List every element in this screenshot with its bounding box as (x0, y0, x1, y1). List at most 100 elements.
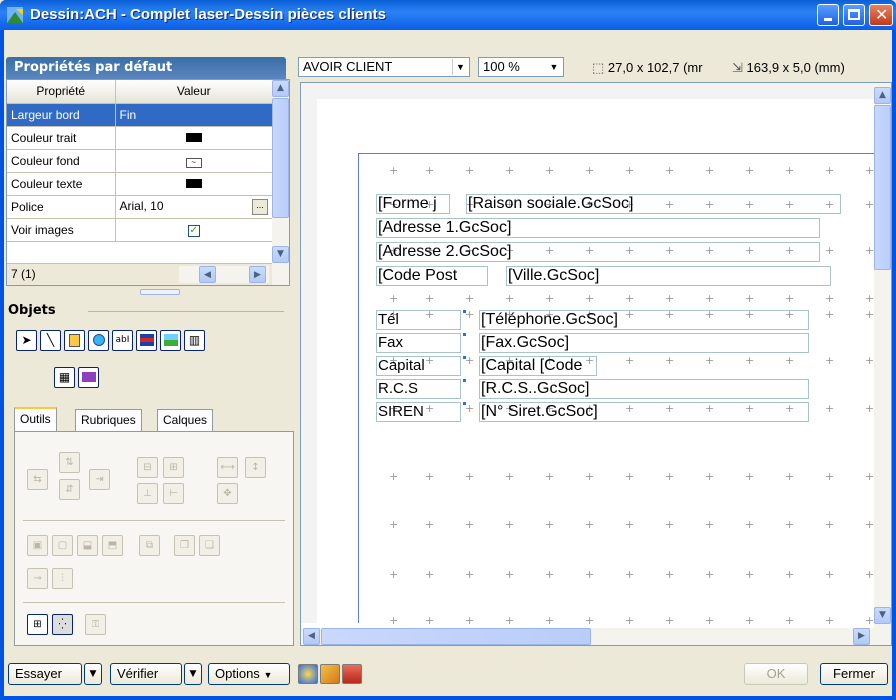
show-grid-toggle-icon[interactable]: ⁛ (52, 614, 73, 635)
property-value[interactable] (115, 126, 273, 150)
field-ville[interactable]: [Ville.GcSoc] (506, 266, 831, 286)
center-vertical-icon[interactable]: ⊥ (137, 483, 158, 504)
property-row[interactable]: Police Arial, 10... (7, 195, 273, 219)
essayer-button[interactable]: Essayer (8, 663, 82, 685)
rich-text-tool-icon[interactable] (136, 330, 157, 351)
close-button[interactable]: ✕ (869, 4, 893, 26)
snap-grid-toggle-icon[interactable]: ⊞ (27, 614, 48, 635)
scrollbar-thumb[interactable] (321, 628, 591, 645)
fermer-button[interactable]: Fermer (820, 663, 888, 685)
bring-front-icon[interactable]: ▣ (27, 535, 48, 556)
text-field-tool-icon[interactable]: abI (112, 330, 133, 351)
scroll-right-icon[interactable]: ▶ (249, 266, 266, 283)
duplicate-icon[interactable]: ❐ (174, 535, 195, 556)
align-left-right-icon[interactable]: ⇆ (27, 469, 48, 490)
document-select[interactable]: AVOIR CLIENT ▼ (298, 57, 470, 77)
chevron-down-icon[interactable]: ▼ (452, 59, 468, 75)
field-adresse-1[interactable]: [Adresse 1.GcSoc] (376, 218, 820, 238)
scroll-down-icon[interactable]: ▼ (874, 607, 891, 624)
field-rcs[interactable]: [R.C.S..GcSoc] (479, 379, 809, 399)
scroll-up-icon[interactable]: ▲ (272, 80, 289, 97)
property-row[interactable]: Couleur trait (7, 126, 273, 150)
label-tel[interactable]: Tél (376, 310, 461, 330)
align-top-icon[interactable]: ⇅ (59, 452, 80, 473)
same-width-icon[interactable]: ⊟ (137, 457, 158, 478)
scroll-right-icon[interactable]: ▶ (853, 628, 870, 645)
checkbox-checked-icon[interactable]: ✓ (187, 225, 200, 237)
move-up-icon[interactable]: ⬒ (102, 535, 123, 556)
scroll-down-icon[interactable]: ▼ (272, 246, 289, 263)
property-value[interactable]: ~ (115, 149, 273, 173)
field-adresse-2[interactable]: [Adresse 2.GcSoc] (376, 242, 820, 262)
column-header-property[interactable]: Propriété (7, 80, 116, 104)
key-icon[interactable]: ⚿ (85, 614, 106, 635)
label-capital[interactable]: Capital (376, 356, 461, 376)
align-bottom-icon[interactable]: ⇵ (59, 479, 80, 500)
scroll-left-icon[interactable]: ◀ (303, 628, 320, 645)
column-header-value[interactable]: Valeur (115, 80, 273, 104)
label-rcs[interactable]: R.C.S (376, 379, 461, 399)
label-fax[interactable]: Fax (376, 333, 461, 353)
canvas-vscrollbar[interactable]: ▲ ▼ (874, 83, 891, 629)
field-forme[interactable]: [Forme j (376, 194, 450, 214)
field-fax[interactable]: [Fax.GcSoc] (479, 333, 809, 353)
edit-pencil-icon[interactable] (320, 664, 340, 684)
options-button[interactable]: Options ▼ (208, 663, 290, 685)
property-value[interactable]: Arial, 10... (115, 195, 273, 219)
image-tool-icon[interactable] (160, 330, 181, 351)
scrollbar-thumb[interactable] (874, 105, 891, 270)
link-icon[interactable]: ⊸ (27, 568, 48, 589)
field-telephone[interactable]: [Téléphone.GcSoc] (479, 310, 809, 330)
line-tool-icon[interactable]: ╲ (40, 330, 61, 351)
export-red-icon[interactable] (342, 664, 362, 684)
ellipse-tool-icon[interactable] (88, 330, 109, 351)
panel-splitter[interactable] (140, 289, 180, 295)
title-bar[interactable]: Dessin:ACH - Complet laser-Dessin pièces… (0, 0, 896, 30)
label-siren[interactable]: SIREN (376, 402, 461, 422)
center-both-icon[interactable]: ✥ (217, 483, 238, 504)
stretch-horizontal-icon[interactable]: ⟷ (217, 457, 238, 478)
align-right-icon[interactable]: ⇥ (89, 469, 110, 490)
ok-button[interactable]: OK (744, 663, 808, 685)
chevron-down-icon[interactable]: ▼ (546, 59, 562, 75)
field-siret[interactable]: [N° Siret.GcSoc] (479, 402, 809, 422)
maximize-button[interactable] (843, 4, 865, 26)
tab-outils[interactable]: Outils (14, 407, 57, 432)
field-capital[interactable]: [Capital [Code (479, 356, 597, 376)
minimize-button[interactable] (817, 4, 839, 26)
field-code-postal[interactable]: [Code Post (376, 266, 488, 286)
same-height-icon[interactable]: ⊞ (163, 457, 184, 478)
table-columns-tool-icon[interactable]: ▥ (184, 330, 205, 351)
scroll-left-icon[interactable]: ◀ (199, 266, 216, 283)
move-down-icon[interactable]: ⬓ (77, 535, 98, 556)
design-canvas[interactable]: + + + + + + + + + + + + + + + + + + + + + + + + + + + + + + + + + + + + + + + +… (300, 82, 892, 646)
verifier-button[interactable]: Vérifier (110, 663, 182, 685)
design-page[interactable]: + + + + + + + + + + + + + + + + + + + + + + + + + + + + + + + + + + + + + + + +… (358, 153, 891, 626)
property-row[interactable]: Voir images ✓ (7, 218, 273, 242)
field-raison-sociale[interactable]: [Raison sociale.GcSoc] (466, 194, 841, 214)
properties-vscrollbar[interactable]: ▲ ▼ (272, 80, 289, 285)
verifier-dropdown-icon[interactable]: ▼ (184, 663, 202, 685)
property-row[interactable]: Couleur fond ~ (7, 149, 273, 173)
property-value[interactable]: ✓ (115, 218, 273, 242)
settings-cog-icon[interactable] (298, 664, 318, 684)
property-value[interactable]: Fin (115, 103, 273, 127)
scrollbar-thumb[interactable] (272, 98, 289, 218)
tab-rubriques[interactable]: Rubriques (75, 409, 142, 431)
center-horizontal-icon[interactable]: ⊢ (163, 483, 184, 504)
tab-calques[interactable]: Calques (157, 409, 214, 431)
send-back-icon[interactable]: ▢ (52, 535, 73, 556)
grid-table-tool-icon[interactable]: ▦ (54, 367, 75, 388)
properties-hscrollbar[interactable]: ◀ ▶ (179, 266, 269, 283)
ellipsis-button[interactable]: ... (252, 198, 268, 215)
select-pointer-tool-icon[interactable]: ➤ (16, 330, 37, 351)
property-value[interactable] (115, 172, 273, 196)
stretch-vertical-icon[interactable]: ↕ (245, 457, 266, 478)
canvas-hscrollbar[interactable]: ◀ ▶ (301, 628, 891, 645)
barcode-tool-icon[interactable] (78, 367, 99, 388)
copy-format-icon[interactable]: ❏ (199, 535, 220, 556)
rectangle-tool-icon[interactable] (64, 330, 85, 351)
zoom-select[interactable]: 100 % ▼ (478, 57, 564, 77)
thermometer-icon[interactable]: ⫶ (52, 568, 73, 589)
group-icon[interactable]: ⧉ (139, 535, 160, 556)
